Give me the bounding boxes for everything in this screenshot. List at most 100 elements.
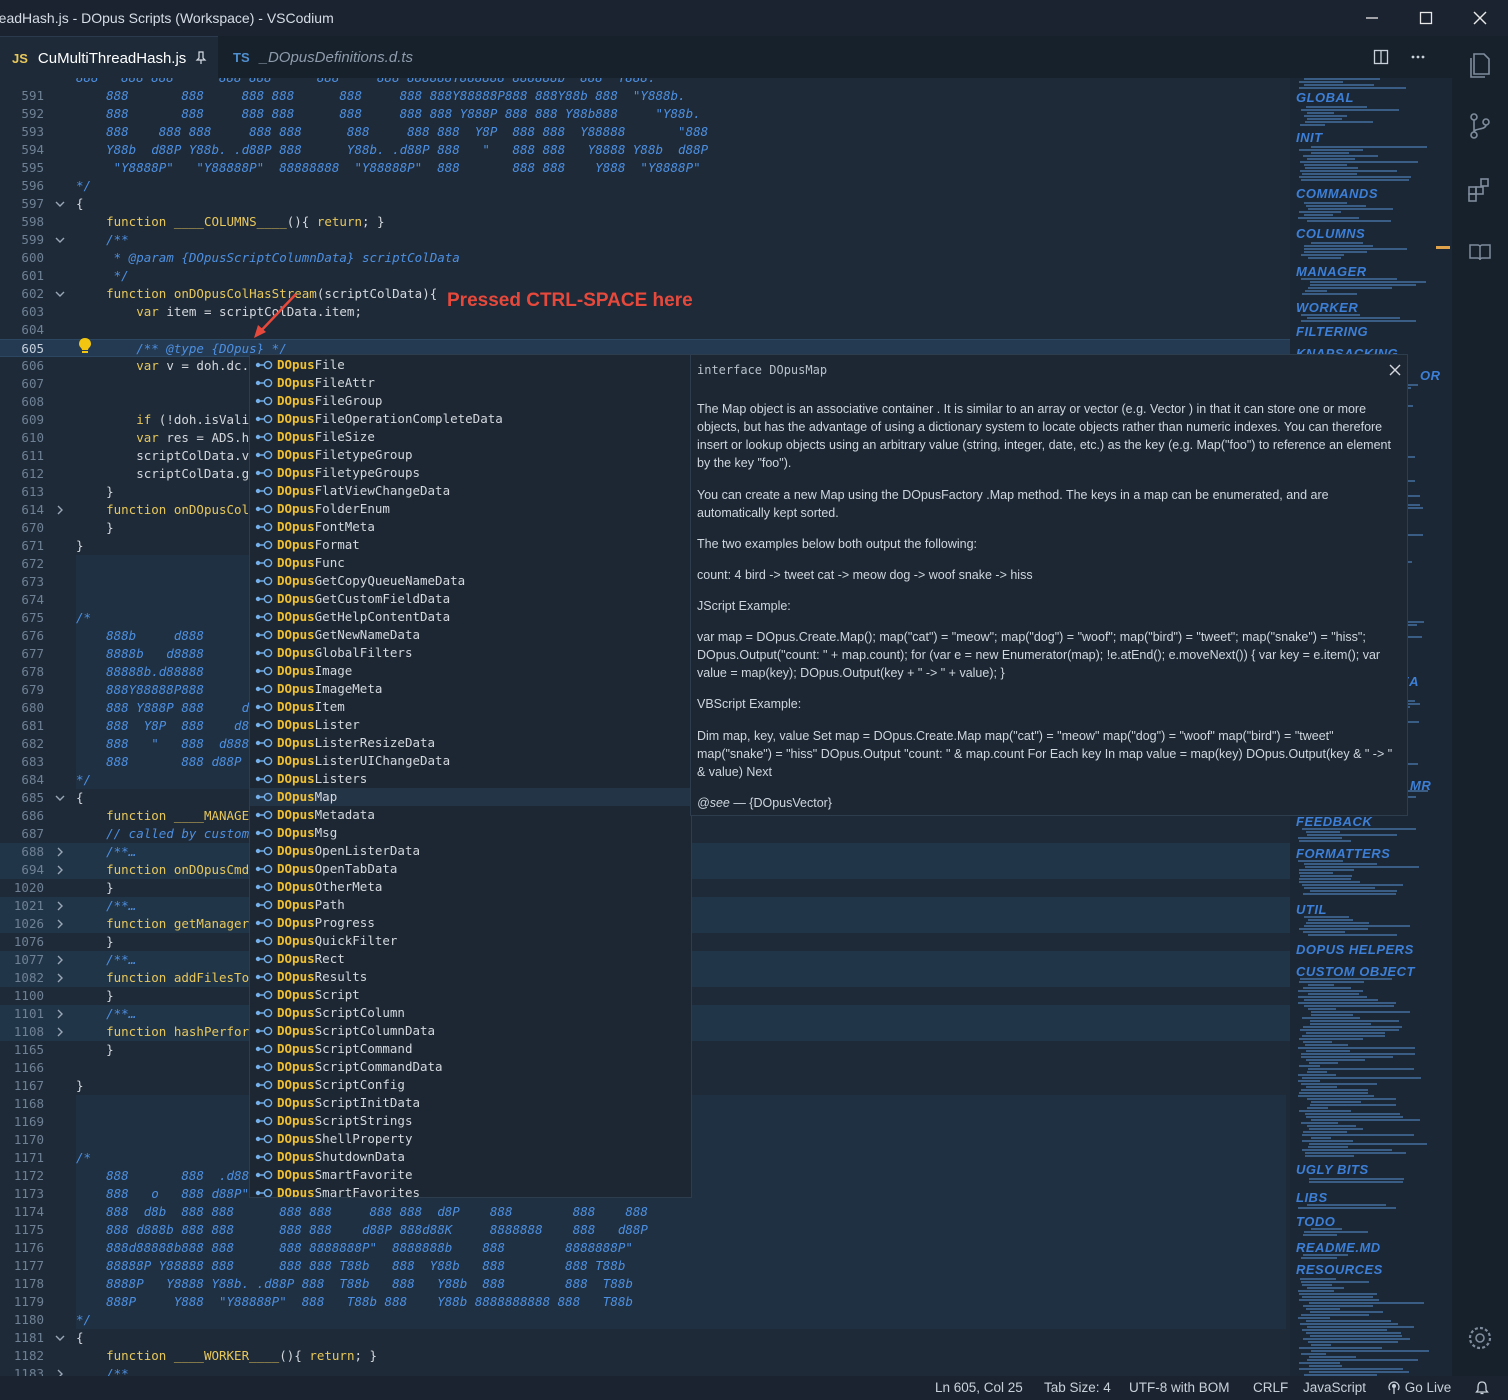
suggest-item[interactable]: DOpusShutdownData xyxy=(250,1148,691,1166)
suggest-item[interactable]: DOpusItem xyxy=(250,698,691,716)
code-line[interactable]: 1178 8888P Y8888 Y88b. .d88P 888 T88b 88… xyxy=(0,1275,1290,1293)
minimap-section-label[interactable]: FORMATTERS xyxy=(1296,846,1390,861)
minimap-section-label[interactable]: GLOBAL xyxy=(1296,90,1354,105)
minimap-section-label[interactable]: TODO xyxy=(1296,1214,1335,1229)
suggest-item[interactable]: DOpusImage xyxy=(250,662,691,680)
suggest-item[interactable]: DOpusGetCustomFieldData xyxy=(250,590,691,608)
suggest-item[interactable]: DOpusFormat xyxy=(250,536,691,554)
explorer-icon[interactable] xyxy=(1464,48,1496,80)
suggest-item[interactable]: DOpusProgress xyxy=(250,914,691,932)
suggest-item[interactable]: DOpusScriptColumnData xyxy=(250,1022,691,1040)
code-line[interactable]: 1180 */ xyxy=(0,1311,1290,1329)
suggest-item[interactable]: DOpusGlobalFilters xyxy=(250,644,691,662)
more-icon[interactable] xyxy=(1410,49,1426,65)
minimap-section-label[interactable]: LIBS xyxy=(1296,1190,1328,1205)
source-control-icon[interactable] xyxy=(1464,110,1496,142)
close-details-button[interactable] xyxy=(1389,363,1401,380)
language-mode[interactable]: JavaScript xyxy=(1303,1380,1366,1395)
minimap-section-label[interactable]: FEEDBACK xyxy=(1296,814,1372,829)
suggest-item[interactable]: DOpusMetadata xyxy=(250,806,691,824)
minimap-section-label[interactable]: WORKER xyxy=(1296,300,1358,315)
encoding[interactable]: UTF-8 with BOM xyxy=(1129,1380,1230,1395)
lightbulb-icon[interactable] xyxy=(78,337,92,355)
tab-dopusdefinitions[interactable]: TS _DOpusDefinitions.d.ts xyxy=(219,36,447,78)
suggest-item[interactable]: DOpusListerUIChangeData xyxy=(250,752,691,770)
book-icon[interactable] xyxy=(1464,236,1496,268)
suggest-item[interactable]: DOpusOpenTabData xyxy=(250,860,691,878)
minimap-section-label[interactable]: RESOURCES xyxy=(1296,1262,1383,1277)
suggest-item[interactable]: DOpusMap xyxy=(250,788,691,806)
suggest-item[interactable]: DOpusMsg xyxy=(250,824,691,842)
code-line[interactable]: 598 function ____COLUMNS____(){ return; … xyxy=(0,213,1290,231)
suggest-item[interactable]: DOpusGetNewNameData xyxy=(250,626,691,644)
suggest-item[interactable]: DOpusScriptCommandData xyxy=(250,1058,691,1076)
suggest-item[interactable]: DOpusFileOperationCompleteData xyxy=(250,410,691,428)
code-line[interactable]: 1182 function ____WORKER____(){ return; … xyxy=(0,1347,1290,1365)
suggest-item[interactable]: DOpusLister xyxy=(250,716,691,734)
code-line[interactable]: 1179 888P Y888 "Y88888P" 888 T88b 888 Y8… xyxy=(0,1293,1290,1311)
extensions-icon[interactable] xyxy=(1464,174,1496,206)
minimap-section-label[interactable]: INIT xyxy=(1296,130,1323,145)
suggest-item[interactable]: DOpusResults xyxy=(250,968,691,986)
cursor-position[interactable]: Ln 605, Col 25 xyxy=(935,1380,1023,1395)
minimap-section-label[interactable]: README.MD xyxy=(1296,1240,1381,1255)
suggest-item[interactable]: DOpusFolderEnum xyxy=(250,500,691,518)
suggest-item[interactable]: DOpusFileGroup xyxy=(250,392,691,410)
pin-icon[interactable] xyxy=(194,51,208,65)
suggest-item[interactable]: DOpusFlatViewChangeData xyxy=(250,482,691,500)
code-line[interactable]: 597 { xyxy=(0,195,1290,213)
code-line[interactable]: 1181 { xyxy=(0,1329,1290,1347)
suggest-item[interactable]: DOpusShellProperty xyxy=(250,1130,691,1148)
close-window-button[interactable] xyxy=(1453,0,1507,36)
code-line[interactable]: 604 xyxy=(0,321,1290,339)
settings-icon[interactable] xyxy=(1464,1322,1496,1354)
bell-icon[interactable] xyxy=(1474,1380,1490,1396)
code-line[interactable]: 1176 888d88888b888 888 888 8888888P" 888… xyxy=(0,1239,1290,1257)
suggest-item[interactable]: DOpusFiletypeGroups xyxy=(250,464,691,482)
line-ending[interactable]: CRLF xyxy=(1253,1380,1288,1395)
split-editor-icon[interactable] xyxy=(1373,49,1389,65)
suggest-item[interactable]: DOpusRect xyxy=(250,950,691,968)
code-line[interactable]: 596 */ xyxy=(0,177,1290,195)
code-line[interactable]: 595 "Y8888P" "Y88888P" 88888888 "Y88888P… xyxy=(0,159,1290,177)
suggest-item[interactable]: DOpusFile xyxy=(250,356,691,374)
suggest-item[interactable]: DOpusFontMeta xyxy=(250,518,691,536)
suggest-item[interactable]: DOpusSmartFavorite xyxy=(250,1166,691,1184)
code-line[interactable]: 599 /** xyxy=(0,231,1290,249)
suggest-item[interactable]: DOpusGetHelpContentData xyxy=(250,608,691,626)
suggest-widget[interactable]: DOpusFile DOpusFileAttr DOpusFileGroup DOpu… xyxy=(249,354,692,1198)
suggest-item[interactable]: DOpusPath xyxy=(250,896,691,914)
suggest-item[interactable]: DOpusQuickFilter xyxy=(250,932,691,950)
suggest-item[interactable]: DOpusGetCopyQueueNameData xyxy=(250,572,691,590)
suggest-item[interactable]: DOpusFileAttr xyxy=(250,374,691,392)
suggest-item[interactable]: DOpusScriptColumn xyxy=(250,1004,691,1022)
code-line[interactable]: 601 */ xyxy=(0,267,1290,285)
suggest-item[interactable]: DOpusImageMeta xyxy=(250,680,691,698)
tab-cumultithreadhash[interactable]: JS CuMultiThreadHash.js xyxy=(0,36,218,79)
minimap-section-label[interactable]: CUSTOM OBJECT xyxy=(1296,964,1415,979)
suggest-item[interactable]: DOpusFileSize xyxy=(250,428,691,446)
code-line[interactable]: 600 * @param {DOpusScriptColumnData} scr… xyxy=(0,249,1290,267)
minimap-section-label[interactable]: COLUMNS xyxy=(1296,226,1365,241)
suggest-item[interactable]: DOpusScript xyxy=(250,986,691,1004)
code-line[interactable]: 1183 /**… xyxy=(0,1365,1290,1376)
minimap-section-label[interactable]: MANAGER xyxy=(1296,264,1367,279)
code-line[interactable]: 592 888 888 888 888 888 888 888 Y888P 88… xyxy=(0,105,1290,123)
suggest-item[interactable]: DOpusScriptInitData xyxy=(250,1094,691,1112)
suggest-item[interactable]: DOpusFiletypeGroup xyxy=(250,446,691,464)
suggest-item[interactable]: DOpusFunc xyxy=(250,554,691,572)
suggest-item[interactable]: DOpusListerResizeData xyxy=(250,734,691,752)
suggest-item[interactable]: DOpusListers xyxy=(250,770,691,788)
minimap-section-label[interactable]: OR xyxy=(1420,368,1441,383)
minimap-section-label[interactable]: UTIL xyxy=(1296,902,1327,917)
suggest-item[interactable]: DOpusOtherMeta xyxy=(250,878,691,896)
maximize-button[interactable] xyxy=(1399,0,1453,36)
code-line[interactable]: 594 Y88b d88P Y88b. .d88P 888 Y88b. .d88… xyxy=(0,141,1290,159)
code-line[interactable]: 1174 888 d8b 888 888 888 888 888 888 d8P… xyxy=(0,1203,1290,1221)
code-line[interactable]: 1177 88888P Y88888 888 888 888 T88b 888 … xyxy=(0,1257,1290,1275)
code-line[interactable]: 593 888 888 888 888 888 888 888 888 Y8P … xyxy=(0,123,1290,141)
suggest-item[interactable]: DOpusSmartFavorites xyxy=(250,1184,691,1197)
minimap-section-label[interactable]: COMMANDS xyxy=(1296,186,1378,201)
minimap-section-label[interactable]: DOPUS HELPERS xyxy=(1296,942,1414,957)
tab-size[interactable]: Tab Size: 4 xyxy=(1044,1380,1111,1395)
